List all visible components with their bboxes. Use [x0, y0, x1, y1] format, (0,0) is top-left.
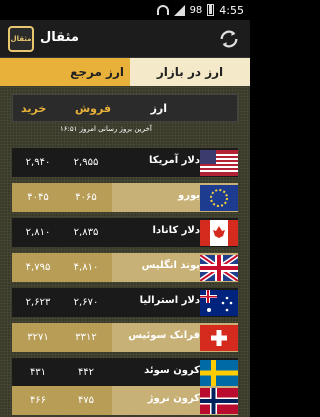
action-bar: مثقال مثقال [0, 20, 250, 58]
currency-name: فرانک سوئیس [128, 330, 200, 341]
buy-price: ۴۳۱ [29, 367, 47, 378]
sell-price: ۴۰۶۵ [75, 192, 97, 203]
buy-price: ۴۶۶ [29, 395, 47, 406]
buy-price: ۲,۹۴۰ [25, 157, 51, 168]
swiss-flag-icon [200, 325, 238, 351]
buy-price: ۳۲۷۱ [27, 332, 49, 343]
wifi-icon [156, 5, 169, 15]
buy-price: ۲,۸۱۰ [25, 227, 51, 238]
table-row[interactable]: ۴,۷۹۵ ۴,۸۱۰ پوند انگلیس [12, 253, 238, 282]
app-title: مثقال [40, 30, 79, 45]
price-box: ۲,۶۲۳ ۲,۶۷۰ [12, 288, 112, 317]
currency-name: دلار استرالیا [139, 295, 200, 306]
price-box: ۴۰۴۵ ۴۰۶۵ [12, 183, 112, 212]
tab-reference[interactable]: ارز مرجع [0, 58, 130, 86]
price-box: ۴۶۶ ۴۷۵ [12, 386, 112, 415]
table-row[interactable]: ۴۳۱ ۴۴۲ کرون سوئد [12, 358, 238, 387]
table-row[interactable]: ۲,۹۴۰ ۲,۹۵۵ دلار آمریکا [12, 148, 238, 177]
buy-price: ۴۰۴۵ [27, 192, 49, 203]
header-sell: فروش [75, 101, 112, 115]
currency-name: دلار آمریکا [149, 155, 200, 166]
clock: 4:55 [219, 3, 244, 17]
table-row[interactable]: ۲,۸۱۰ ۲,۸۳۵ دلار کانادا [12, 218, 238, 247]
price-box: ۴,۷۹۵ ۴,۸۱۰ [12, 253, 112, 282]
sweden-flag-icon [200, 360, 238, 386]
australia-flag-icon [200, 290, 238, 316]
buy-price: ۲,۶۲۳ [25, 297, 51, 308]
status-bar: 98 4:55 [0, 0, 250, 20]
us-flag-icon [200, 150, 238, 176]
sell-price: ۴,۸۱۰ [73, 262, 99, 273]
canada-flag-icon [200, 220, 238, 246]
uk-flag-icon [200, 255, 238, 281]
currency-name: یورو [178, 190, 200, 201]
table-row[interactable]: ۴۶۶ ۴۷۵ کرون نروژ [12, 386, 238, 415]
battery-icon [207, 4, 215, 16]
table-row[interactable]: ۳۲۷۱ ۳۳۱۲ فرانک سوئیس [12, 323, 238, 352]
norway-flag-icon [200, 388, 238, 414]
header-currency: ارز [150, 101, 167, 115]
signal-icon [173, 4, 185, 16]
eu-flag-icon [200, 185, 238, 211]
currency-list: خرید فروش ارز آخرین بروز رسانی امروز ۱۶:… [0, 86, 250, 417]
buy-price: ۴,۷۹۵ [25, 262, 51, 273]
currency-name: کرون نروژ [147, 393, 200, 404]
price-box: ۴۳۱ ۴۴۲ [12, 358, 112, 387]
header-buy: خرید [21, 101, 47, 115]
refresh-icon[interactable] [218, 28, 240, 50]
table-row[interactable]: ۴۰۴۵ ۴۰۶۵ یورو [12, 183, 238, 212]
price-box: ۲,۸۱۰ ۲,۸۳۵ [12, 218, 112, 247]
sell-price: ۳۳۱۲ [75, 332, 97, 343]
tab-market[interactable]: ارز در بازار [130, 58, 250, 86]
price-box: ۳۲۷۱ ۳۳۱۲ [12, 323, 112, 352]
app-logo[interactable]: مثقال [8, 26, 34, 52]
table-header: خرید فروش ارز [12, 94, 238, 122]
currency-name: دلار کانادا [152, 225, 200, 236]
battery-level: 98 [189, 4, 203, 16]
currency-name: کرون سوئد [144, 365, 200, 376]
sell-price: ۴۷۵ [77, 395, 95, 406]
sell-price: ۲,۹۵۵ [73, 157, 99, 168]
tab-bar: ارز در بازار ارز مرجع [0, 58, 250, 86]
table-row[interactable]: ۲,۶۲۳ ۲,۶۷۰ دلار استرالیا [12, 288, 238, 317]
sell-price: ۲,۸۳۵ [73, 227, 99, 238]
sell-price: ۲,۶۷۰ [73, 297, 99, 308]
currency-name: پوند انگلیس [141, 260, 200, 271]
sell-price: ۴۴۲ [77, 367, 95, 378]
price-box: ۲,۹۴۰ ۲,۹۵۵ [12, 148, 112, 177]
last-updated: آخرین بروز رسانی امروز ۱۶:۵۱ [60, 125, 152, 133]
